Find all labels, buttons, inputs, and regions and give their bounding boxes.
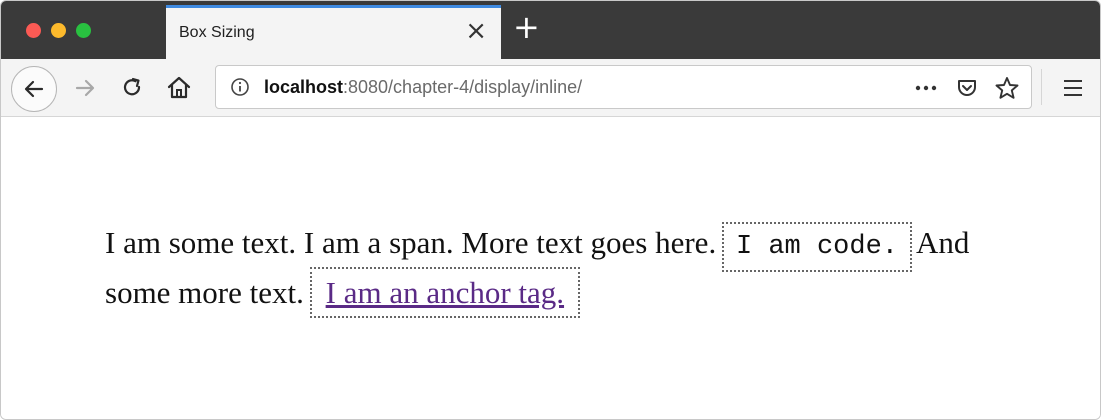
tab-title: Box Sizing [179, 24, 255, 41]
url-host: localhost [264, 77, 344, 97]
url-bar[interactable]: localhost:8080/chapter-4/display/inline/ [215, 65, 1032, 109]
plain-text-span: I am some text. I am a span. More text g… [105, 225, 717, 260]
toolbar-divider [1041, 69, 1042, 105]
browser-window: Box Sizing × + localhost:8080/chapter-4/… [0, 0, 1101, 420]
zoom-window-button[interactable] [76, 23, 91, 38]
tab-strip: Box Sizing × + [1, 1, 1100, 59]
back-button[interactable] [11, 66, 57, 112]
url-path: :8080/chapter-4/display/inline/ [343, 77, 583, 97]
tab-box-sizing[interactable]: Box Sizing × [166, 5, 501, 59]
inline-code-box: I am code. [721, 222, 912, 272]
page-content: I am some text. I am a span. More text g… [1, 117, 1100, 419]
bookmark-star-icon[interactable] [994, 75, 1020, 101]
nav-toolbar: localhost:8080/chapter-4/display/inline/ [1, 59, 1100, 117]
info-icon[interactable] [230, 77, 250, 97]
anchor-link[interactable]: I am an anchor tag. [309, 267, 581, 318]
pocket-icon[interactable] [955, 76, 979, 100]
reload-icon[interactable] [120, 76, 144, 100]
home-icon[interactable] [166, 75, 192, 101]
more-actions-icon[interactable] [914, 78, 938, 98]
inline-paragraph: I am some text. I am a span. More text g… [105, 220, 1005, 318]
new-tab-icon[interactable]: + [513, 11, 540, 43]
minimize-window-button[interactable] [51, 23, 66, 38]
tab-close-icon[interactable]: × [465, 18, 487, 44]
hamburger-menu-icon[interactable] [1062, 78, 1084, 98]
forward-arrow-icon[interactable] [73, 76, 97, 100]
url-text: localhost:8080/chapter-4/display/inline/ [264, 77, 582, 98]
back-arrow-icon [24, 80, 44, 98]
close-window-button[interactable] [26, 23, 41, 38]
